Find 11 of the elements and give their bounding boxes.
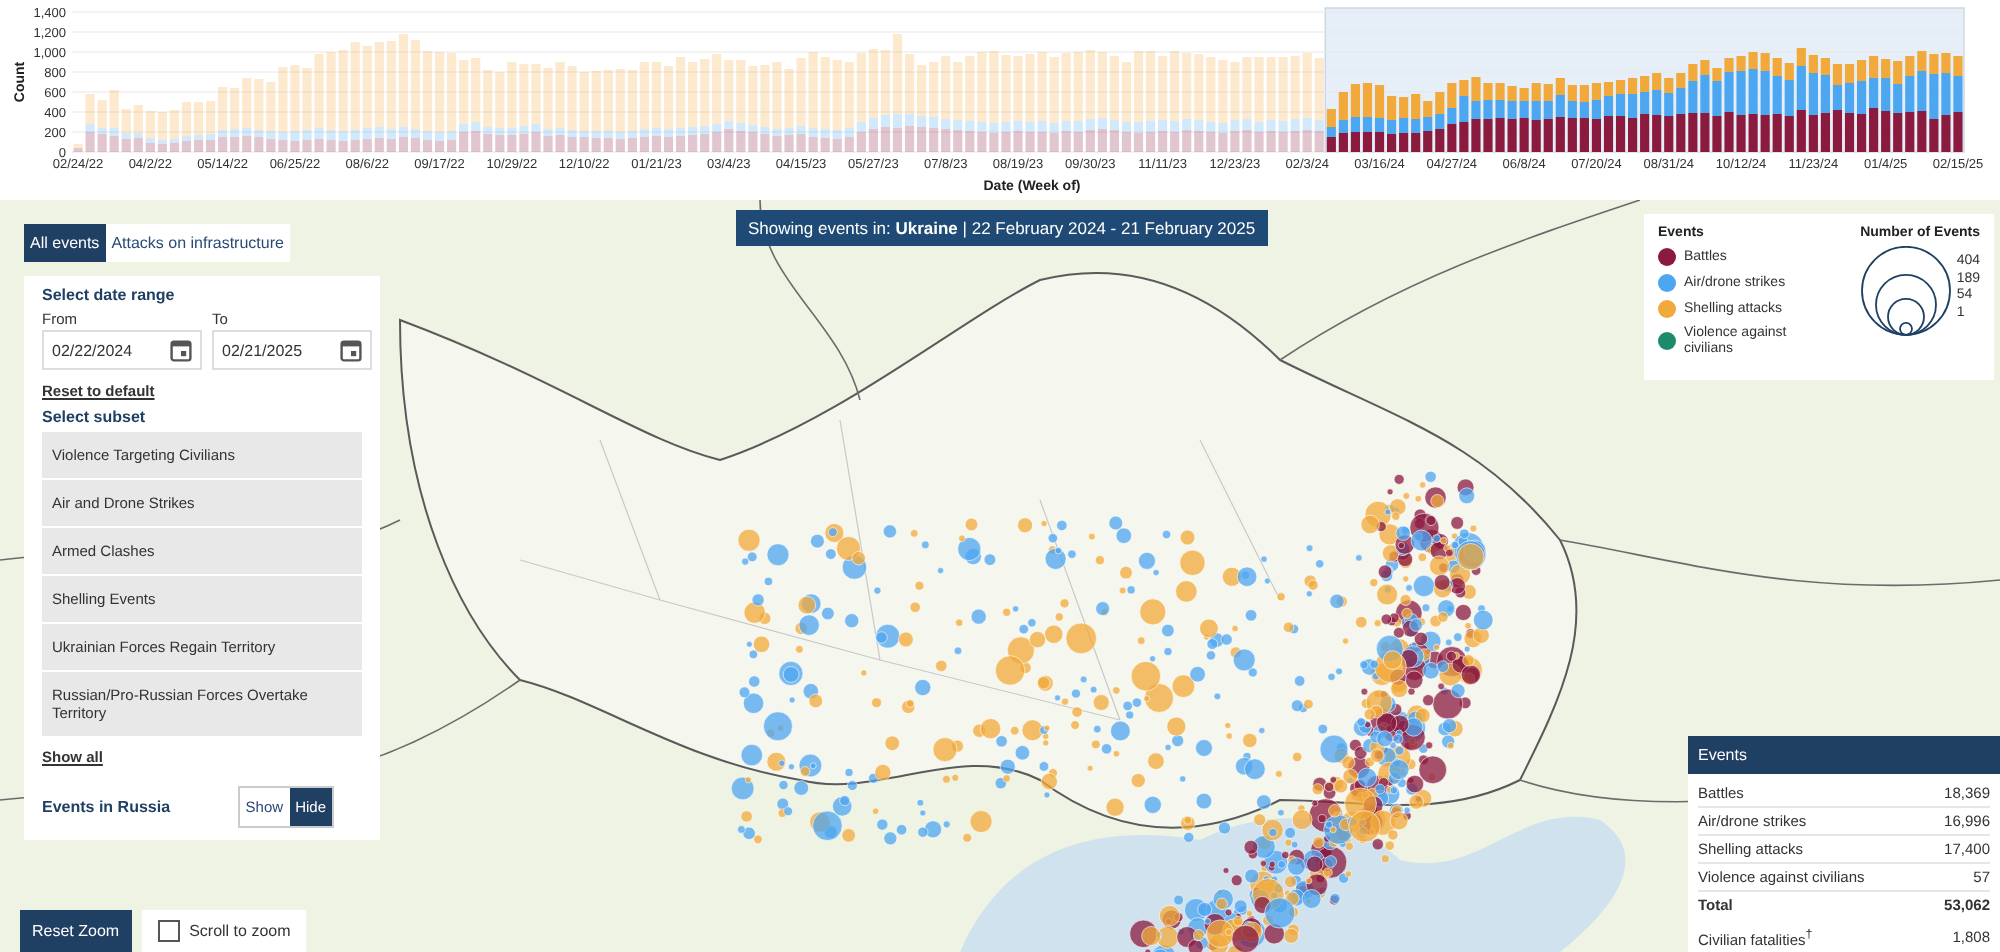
date-field[interactable]: 02/21/2025 <box>212 330 372 370</box>
section-title: Select subset <box>42 408 148 426</box>
reset-zoom-button[interactable]: Reset Zoom <box>20 910 132 952</box>
date-field[interactable]: 02/22/2024 <box>42 330 202 370</box>
checkbox-label: Scroll to zoom <box>189 922 291 940</box>
section-title: Select date range <box>42 286 177 304</box>
tab[interactable]: All events <box>24 224 106 262</box>
filter-summary-banner: Showing events in: Ukraine | 22 February 2024 - 21 February 2025 <box>736 210 1268 246</box>
table-title: Events <box>1688 736 2000 774</box>
toggle-label: Events in Russia <box>42 798 171 816</box>
scroll-to-zoom-checkbox[interactable]: Scroll to zoom <box>141 910 307 952</box>
